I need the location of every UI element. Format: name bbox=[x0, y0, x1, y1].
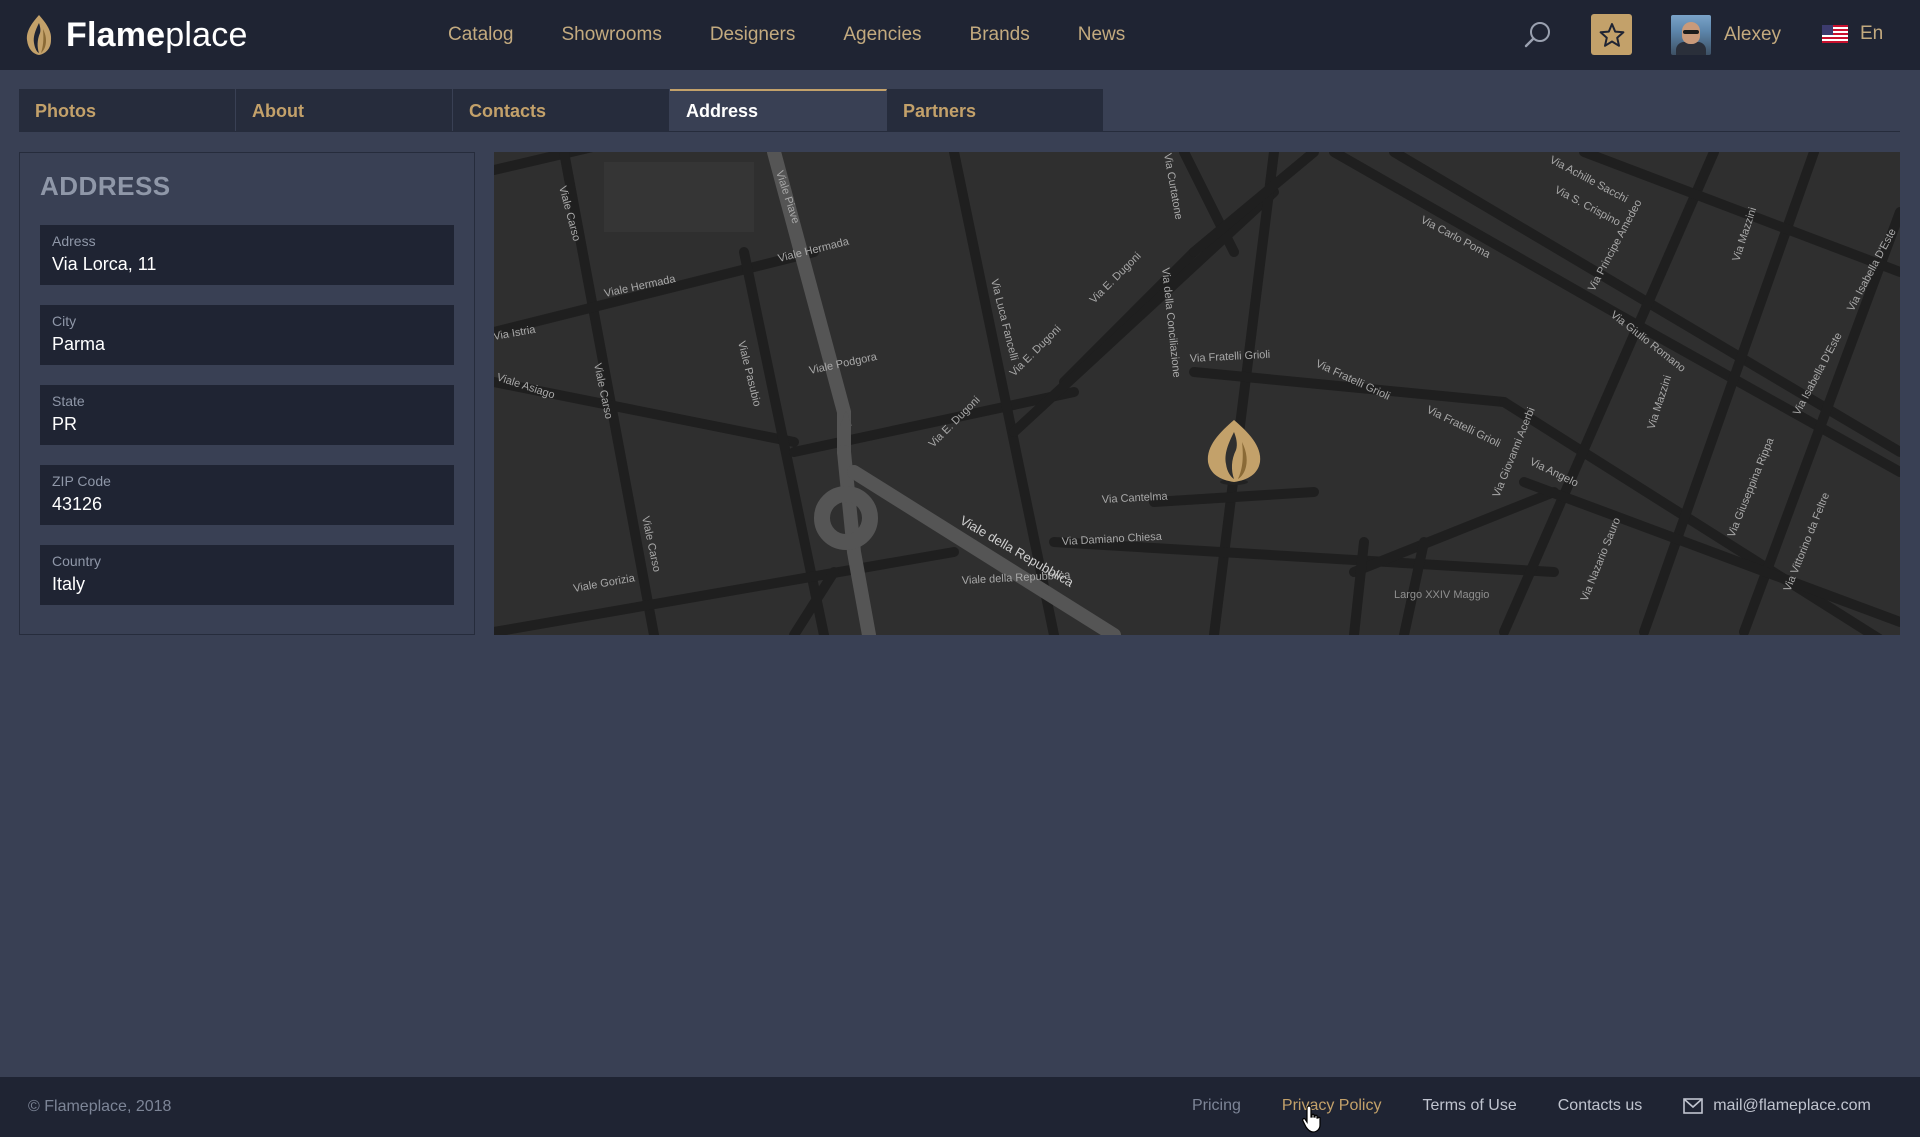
nav-agencies[interactable]: Agencies bbox=[843, 24, 921, 46]
address-panel: ADDRESS Adress Via Lorca, 11 City Parma … bbox=[19, 152, 475, 635]
hand-cursor-icon bbox=[1302, 1105, 1321, 1133]
country-field[interactable]: Country Italy bbox=[40, 545, 454, 605]
footer-link-terms[interactable]: Terms of Use bbox=[1422, 1097, 1516, 1115]
footer-email: mail@flameplace.com bbox=[1713, 1097, 1871, 1114]
avatar bbox=[1671, 15, 1711, 55]
field-value: Parma bbox=[52, 334, 106, 354]
footer-link-privacy-policy[interactable]: Privacy Policy bbox=[1282, 1097, 1382, 1115]
field-value: PR bbox=[52, 414, 78, 434]
star-icon bbox=[1599, 22, 1624, 47]
panel-title: ADDRESS bbox=[40, 171, 171, 201]
tab-partners[interactable]: Partners bbox=[887, 89, 1104, 131]
profile-tabs: Photos About Contacts Address Partners bbox=[19, 89, 1104, 131]
nav-brands[interactable]: Brands bbox=[970, 24, 1030, 46]
field-label: City bbox=[52, 313, 77, 329]
tab-address[interactable]: Address bbox=[670, 89, 887, 131]
nav-catalog[interactable]: Catalog bbox=[448, 24, 514, 46]
field-value: Italy bbox=[52, 574, 86, 594]
field-label: ZIP Code bbox=[52, 473, 111, 489]
copyright: © Flameplace, 2018 bbox=[28, 1098, 172, 1115]
footer-links: Pricing Privacy Policy Terms of Use Cont… bbox=[1192, 1097, 1871, 1115]
field-label: Adress bbox=[52, 233, 96, 249]
footer-email-link[interactable]: mail@flameplace.com bbox=[1683, 1097, 1871, 1115]
footer-link-contacts[interactable]: Contacts us bbox=[1558, 1097, 1642, 1115]
language-label: En bbox=[1860, 23, 1884, 44]
tab-about[interactable]: About bbox=[236, 89, 453, 131]
map-label: Largo XXIV Maggio bbox=[1394, 589, 1489, 601]
flame-logo-icon bbox=[26, 15, 52, 55]
header: Flameplace Catalog Showrooms Designers A… bbox=[0, 0, 1920, 70]
city-field[interactable]: City Parma bbox=[40, 305, 454, 365]
main-nav: Catalog Showrooms Designers Agencies Bra… bbox=[448, 0, 1173, 70]
field-value: Via Lorca, 11 bbox=[52, 254, 157, 274]
field-label: State bbox=[52, 393, 85, 409]
logo[interactable]: Flameplace bbox=[22, 10, 248, 60]
search-icon bbox=[1524, 22, 1550, 48]
mail-icon bbox=[1683, 1098, 1704, 1114]
logo-text: Flameplace bbox=[66, 16, 248, 54]
field-value: 43126 bbox=[52, 494, 103, 514]
map-canvas[interactable]: Viale Piave Viale Hermada Viale Hermada … bbox=[494, 152, 1900, 635]
favorites-button[interactable] bbox=[1591, 14, 1632, 55]
tab-photos[interactable]: Photos bbox=[19, 89, 236, 131]
footer: © Flameplace, 2018 Pricing Privacy Polic… bbox=[0, 1077, 1920, 1137]
field-label: Country bbox=[52, 553, 102, 569]
user-menu[interactable]: Alexey bbox=[1671, 15, 1781, 55]
map[interactable]: Viale Piave Viale Hermada Viale Hermada … bbox=[494, 152, 1900, 635]
nav-news[interactable]: News bbox=[1078, 24, 1126, 46]
tabs-divider bbox=[19, 131, 1900, 132]
state-field[interactable]: State PR bbox=[40, 385, 454, 445]
nav-designers[interactable]: Designers bbox=[710, 24, 796, 46]
us-flag-icon bbox=[1822, 25, 1848, 43]
address-field[interactable]: Adress Via Lorca, 11 bbox=[40, 225, 454, 285]
search-button[interactable] bbox=[1523, 20, 1553, 50]
zip-code-field[interactable]: ZIP Code 43126 bbox=[40, 465, 454, 525]
footer-link-pricing[interactable]: Pricing bbox=[1192, 1097, 1241, 1115]
nav-showrooms[interactable]: Showrooms bbox=[562, 24, 662, 46]
tab-contacts[interactable]: Contacts bbox=[453, 89, 670, 131]
language-selector[interactable]: En bbox=[1822, 22, 1883, 46]
user-name: Alexey bbox=[1724, 24, 1782, 45]
